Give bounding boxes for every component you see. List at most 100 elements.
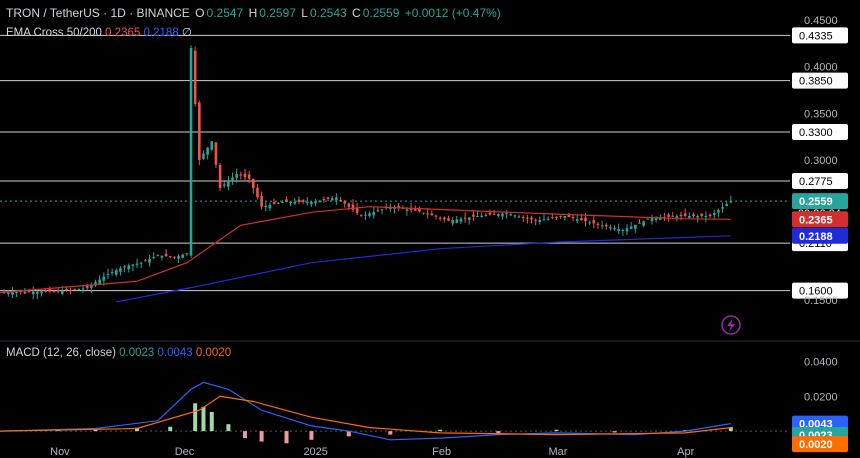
macd-signal-axis-label: 0.0020 <box>792 436 848 453</box>
time-axis-tick: Apr <box>677 446 694 458</box>
candle-body <box>56 290 60 292</box>
candle <box>173 256 176 260</box>
candle <box>451 217 454 227</box>
candle <box>617 223 621 235</box>
candle-body <box>451 220 454 224</box>
candle-body <box>152 257 155 259</box>
macd-histogram-bar <box>496 431 501 434</box>
candle <box>189 45 193 258</box>
candle <box>156 254 160 257</box>
price-axis-tick: 0.4500 <box>804 15 838 27</box>
candle <box>455 215 459 224</box>
ema200-line <box>116 235 731 303</box>
candle-body <box>144 260 147 262</box>
candle-body <box>106 273 110 275</box>
candle <box>56 288 60 294</box>
candle <box>463 212 467 223</box>
candle-body <box>27 291 31 293</box>
candle <box>11 287 14 298</box>
level-price-label: 0.3850 <box>792 72 848 89</box>
candle <box>517 214 521 219</box>
candle <box>704 211 708 223</box>
candle-body <box>198 102 201 160</box>
candle-body <box>322 199 326 201</box>
candle <box>148 254 151 267</box>
candle-body <box>484 214 488 216</box>
candle <box>351 199 355 212</box>
candle-body <box>276 202 280 204</box>
chart-svg[interactable]: 0.43350.38500.33000.27750.21100.16000.45… <box>0 0 860 458</box>
candle <box>198 100 201 166</box>
candle <box>335 193 338 205</box>
candle-body <box>252 179 255 188</box>
candle-body <box>73 289 77 291</box>
ema-indicator-legend[interactable]: EMA Cross 50/200 0.2365 0.2188 ∅ <box>6 25 192 39</box>
symbol-header: TRON / TetherUS · 1D · BINANCE O 0.2547 H… <box>6 6 503 20</box>
candle-body <box>517 216 521 218</box>
candle-body <box>189 48 193 256</box>
macd-histogram-bar <box>209 411 214 432</box>
candle-body <box>683 213 687 216</box>
candle <box>243 168 247 181</box>
candle-body <box>272 202 276 204</box>
candle-body <box>235 174 238 178</box>
candle-body <box>11 292 14 295</box>
candle-body <box>563 216 567 218</box>
macd-line-value: 0.0043 <box>157 347 193 359</box>
candle-body <box>559 215 562 217</box>
candle-body <box>600 225 604 227</box>
candle-body <box>455 219 459 223</box>
candle-body <box>135 263 139 265</box>
candle <box>625 224 629 236</box>
candle <box>185 252 189 257</box>
candle-body <box>405 209 409 211</box>
candle <box>310 201 313 208</box>
candle <box>621 228 625 236</box>
macd-histogram-bar <box>243 431 247 439</box>
candle <box>322 196 326 203</box>
candle <box>202 150 205 161</box>
candle-body <box>521 216 525 218</box>
candle-body <box>513 215 517 217</box>
candle <box>604 222 608 230</box>
candle <box>364 211 367 221</box>
level-label-text: 0.3300 <box>799 127 833 139</box>
candle-body <box>173 256 176 258</box>
low-value: 0.2543 <box>309 6 347 20</box>
candle <box>530 215 533 224</box>
close-label: C <box>352 6 361 20</box>
candle <box>144 258 147 262</box>
candle-body <box>575 219 579 221</box>
candle-body <box>492 213 496 215</box>
candle <box>575 214 579 224</box>
candle-body <box>268 204 272 209</box>
candle <box>438 216 442 221</box>
candle-body <box>65 288 68 291</box>
candle-body <box>700 213 704 216</box>
candle <box>168 255 172 259</box>
candle <box>642 220 645 228</box>
candle-body <box>671 215 675 217</box>
candle <box>256 184 259 200</box>
candle <box>44 289 47 293</box>
candle-body <box>497 214 500 216</box>
macd-histogram-bar <box>284 431 289 444</box>
time-axis-tick: Mar <box>548 446 567 458</box>
candle <box>592 216 596 229</box>
candle-body <box>621 230 625 231</box>
macd-legend[interactable]: MACD (12, 26, close) 0.0023 0.0043 0.002… <box>6 347 231 359</box>
candle <box>114 268 118 277</box>
candle <box>160 255 164 261</box>
candle-body <box>222 184 226 186</box>
candle-body <box>247 174 251 179</box>
candle <box>260 191 263 210</box>
candle-body <box>193 50 197 104</box>
level-label-text: 0.2775 <box>799 176 833 188</box>
candle <box>210 140 214 151</box>
candle-body <box>231 177 234 182</box>
candle-body <box>281 202 284 203</box>
symbol-title: TRON / TetherUS · 1D · BINANCE <box>6 6 190 20</box>
candle <box>422 212 425 215</box>
candle-body <box>638 222 641 224</box>
time-axis-tick: Dec <box>175 446 195 458</box>
